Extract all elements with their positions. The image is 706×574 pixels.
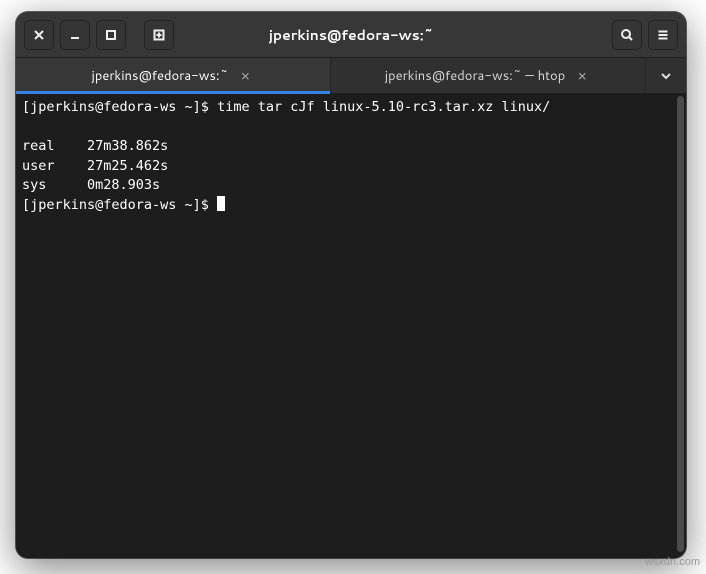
prompt: [jperkins@fedora-ws ~]$ (22, 197, 217, 213)
close-icon: × (577, 65, 587, 86)
command-text: time tar cJf linux-5.10-rc3.tar.xz linux… (217, 99, 550, 115)
tab-close-button[interactable]: × (573, 67, 591, 85)
maximize-icon (104, 28, 118, 42)
close-window-button[interactable] (24, 20, 54, 50)
tab-bar: jperkins@fedora-ws:~ × jperkins@fedora-w… (16, 58, 686, 94)
tab-2[interactable]: jperkins@fedora-ws:~ — htop × (331, 58, 646, 93)
prompt: [jperkins@fedora-ws ~]$ (22, 99, 217, 115)
close-icon (32, 28, 46, 42)
tab-close-button[interactable]: × (236, 67, 254, 85)
tab-label: jperkins@fedora-ws:~ — htop (385, 67, 565, 85)
watermark: wsxdn.com (645, 556, 700, 568)
hamburger-icon (656, 28, 670, 42)
search-button[interactable] (612, 20, 642, 50)
tab-1[interactable]: jperkins@fedora-ws:~ × (16, 58, 331, 93)
search-icon (620, 28, 634, 42)
new-tab-icon (152, 28, 166, 42)
menu-button[interactable] (648, 20, 678, 50)
output-line: user 27m25.462s (22, 158, 168, 174)
titlebar: jperkins@fedora-ws:~ (16, 12, 686, 58)
tab-label: jperkins@fedora-ws:~ (92, 67, 229, 85)
output-line: sys 0m28.903s (22, 177, 160, 193)
output-line: real 27m38.862s (22, 138, 168, 154)
terminal-window: jperkins@fedora-ws:~ jperkins@fedora-ws:… (16, 12, 686, 558)
scrollbar[interactable] (677, 96, 684, 552)
close-icon: × (241, 65, 251, 86)
minimize-icon (68, 28, 82, 42)
tab-dropdown-button[interactable] (646, 58, 686, 93)
maximize-window-button[interactable] (96, 20, 126, 50)
new-tab-button[interactable] (144, 20, 174, 50)
cursor-block (217, 196, 225, 211)
minimize-window-button[interactable] (60, 20, 90, 50)
chevron-down-icon (659, 69, 673, 83)
terminal-content[interactable]: [jperkins@fedora-ws ~]$ time tar cJf lin… (16, 94, 686, 558)
